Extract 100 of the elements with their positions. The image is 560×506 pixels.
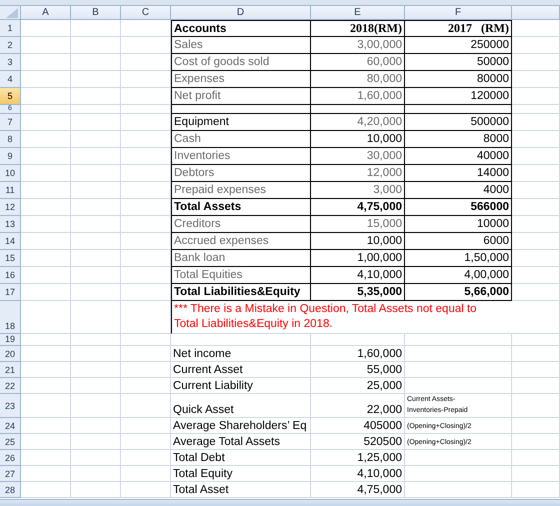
empty-cell bbox=[121, 482, 171, 498]
select-all-button[interactable] bbox=[0, 6, 21, 20]
empty-cell bbox=[121, 267, 171, 284]
empty-cell bbox=[121, 105, 171, 114]
table-cell: Expenses bbox=[171, 71, 311, 88]
empty-cell bbox=[71, 71, 121, 88]
row-header[interactable]: 7 bbox=[0, 114, 21, 131]
empty-cell bbox=[512, 20, 560, 37]
column-header[interactable]: D bbox=[171, 6, 311, 20]
table-cell: 1,50,000 bbox=[405, 250, 512, 267]
row-header[interactable]: 21 bbox=[0, 362, 21, 378]
empty-cell bbox=[512, 434, 560, 450]
table-cell: 40000 bbox=[405, 148, 512, 165]
empty-cell bbox=[121, 148, 171, 165]
row-header[interactable]: 14 bbox=[0, 233, 21, 250]
empty-cell bbox=[71, 199, 121, 216]
row-header[interactable]: 17 bbox=[0, 284, 21, 301]
row-header[interactable]: 28 bbox=[0, 482, 21, 498]
empty-cell bbox=[71, 466, 121, 482]
empty-cell bbox=[512, 250, 560, 267]
empty-cell bbox=[71, 131, 121, 148]
table-cell: 4,20,000 bbox=[311, 114, 405, 131]
empty-cell bbox=[121, 165, 171, 182]
empty-cell bbox=[71, 37, 121, 54]
table-cell: 8000 bbox=[405, 131, 512, 148]
empty-cell bbox=[71, 182, 121, 199]
column-header[interactable]: B bbox=[71, 6, 121, 20]
empty-cell bbox=[71, 233, 121, 250]
column-header[interactable]: E bbox=[311, 6, 405, 20]
table-cell: 12,000 bbox=[311, 165, 405, 182]
table-cell: 4,75,000 bbox=[311, 482, 405, 498]
table-cell: Total Debt bbox=[171, 450, 311, 466]
empty-cell bbox=[512, 148, 560, 165]
table-cell: 60,000 bbox=[311, 54, 405, 71]
row-header[interactable]: 3 bbox=[0, 54, 21, 71]
empty-cell bbox=[512, 182, 560, 199]
table-cell: Debtors bbox=[171, 165, 311, 182]
table-cell: 1,60,000 bbox=[311, 88, 405, 105]
row-header[interactable]: 25 bbox=[0, 434, 21, 450]
empty-cell bbox=[71, 394, 121, 418]
row-header[interactable]: 11 bbox=[0, 182, 21, 199]
table-cell: Bank loan bbox=[171, 250, 311, 267]
row-header[interactable]: 19 bbox=[0, 334, 21, 346]
table-cell: 566000 bbox=[405, 199, 512, 216]
row-header[interactable]: 26 bbox=[0, 450, 21, 466]
row-header[interactable]: 8 bbox=[0, 131, 21, 148]
table-cell: 80,000 bbox=[311, 71, 405, 88]
empty-cell bbox=[121, 114, 171, 131]
table-cell: 4,10,000 bbox=[311, 466, 405, 482]
empty-cell bbox=[121, 216, 171, 233]
column-header[interactable]: A bbox=[21, 6, 71, 20]
empty-cell bbox=[121, 37, 171, 54]
empty-cell bbox=[121, 250, 171, 267]
row-header[interactable]: 20 bbox=[0, 346, 21, 362]
row-header[interactable]: 1 bbox=[0, 20, 21, 37]
row-header[interactable]: 22 bbox=[0, 378, 21, 394]
empty-cell bbox=[71, 450, 121, 466]
row-header[interactable]: 15 bbox=[0, 250, 21, 267]
empty-cell bbox=[512, 114, 560, 131]
table-cell: Total Equity bbox=[171, 466, 311, 482]
row-header[interactable]: 12 bbox=[0, 199, 21, 216]
empty-cell bbox=[121, 466, 171, 482]
column-header[interactable]: C bbox=[121, 6, 171, 20]
table-cell: 6000 bbox=[405, 233, 512, 250]
empty-cell bbox=[71, 378, 121, 394]
empty-cell bbox=[71, 482, 121, 498]
empty-cell bbox=[121, 450, 171, 466]
row-header[interactable]: 5 bbox=[0, 88, 21, 105]
row-header[interactable]: 9 bbox=[0, 148, 21, 165]
empty-cell bbox=[71, 114, 121, 131]
empty-cell bbox=[121, 394, 171, 418]
row-header[interactable]: 24 bbox=[0, 418, 21, 434]
table-cell: Cost of goods sold bbox=[171, 54, 311, 71]
empty-cell bbox=[71, 418, 121, 434]
empty-cell bbox=[121, 284, 171, 301]
empty-cell bbox=[71, 434, 121, 450]
column-header[interactable]: F bbox=[405, 6, 512, 20]
row-header[interactable]: 2 bbox=[0, 37, 21, 54]
table-cell: 25,000 bbox=[311, 378, 405, 394]
row-header[interactable]: 23 bbox=[0, 394, 21, 418]
table-cell: 14000 bbox=[405, 165, 512, 182]
row-header[interactable]: 13 bbox=[0, 216, 21, 233]
row-header[interactable]: 18 bbox=[0, 301, 21, 334]
row-header[interactable]: 10 bbox=[0, 165, 21, 182]
row-header[interactable]: 27 bbox=[0, 466, 21, 482]
table-cell: 3,000 bbox=[311, 182, 405, 199]
table-cell: 120000 bbox=[405, 88, 512, 105]
table-cell: 1,25,000 bbox=[311, 450, 405, 466]
table-cell: 10000 bbox=[405, 216, 512, 233]
row-header[interactable]: 4 bbox=[0, 71, 21, 88]
empty-cell bbox=[121, 418, 171, 434]
empty-cell bbox=[121, 20, 171, 37]
row-header[interactable]: 16 bbox=[0, 267, 21, 284]
select-all-icon[interactable] bbox=[6, 8, 18, 18]
empty-cell bbox=[71, 20, 121, 37]
empty-cell bbox=[71, 88, 121, 105]
empty-cell bbox=[121, 362, 171, 378]
table-cell: Inventories bbox=[171, 148, 311, 165]
empty-cell bbox=[512, 199, 560, 216]
empty-cell bbox=[512, 284, 560, 301]
